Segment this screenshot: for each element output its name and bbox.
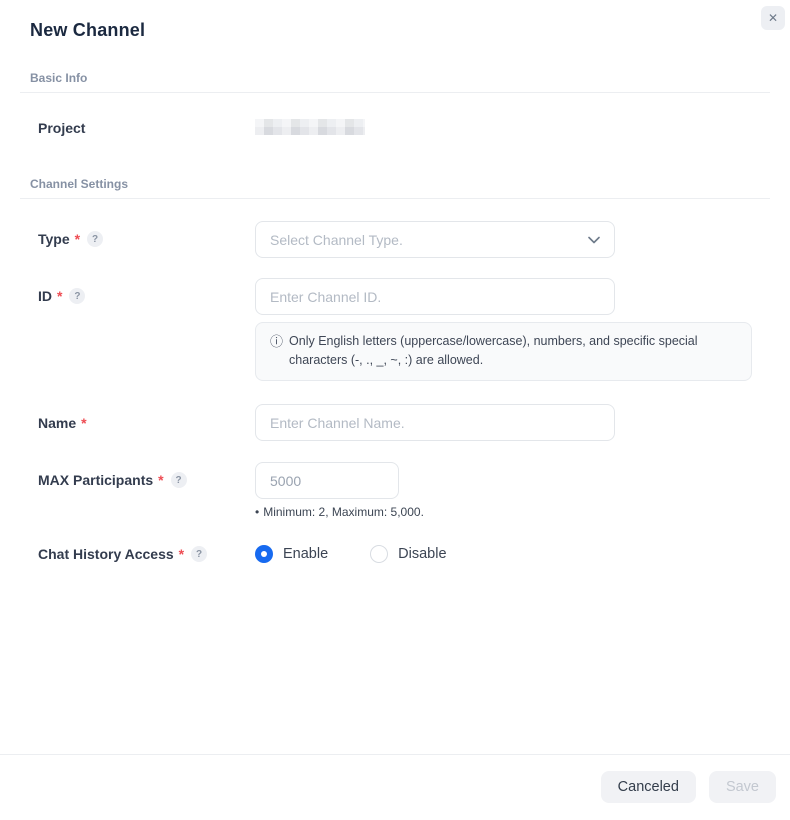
chevron-down-icon [588,236,600,244]
type-help-icon[interactable]: ? [87,231,103,247]
type-label: Type * ? [38,231,103,247]
new-channel-modal: New Channel ✕ Basic Info Project Channel… [0,0,790,820]
id-info-box: ⓘ Only English letters (uppercase/lowerc… [255,322,752,381]
radio-selected-icon[interactable] [255,545,273,563]
divider [20,92,770,93]
chat-history-radio-group: Enable Disable [255,545,447,563]
radio-option-disable[interactable]: Disable [370,545,446,563]
required-asterisk: * [81,415,86,431]
channel-type-select[interactable]: Select Channel Type. [255,221,615,258]
name-label: Name * [38,415,87,431]
save-button[interactable]: Save [709,771,776,803]
id-label: ID * ? [38,288,85,304]
max-participants-label: MAX Participants * ? [38,472,187,488]
footer-divider [0,754,790,755]
id-help-icon[interactable]: ? [69,288,85,304]
chat-history-help-icon[interactable]: ? [191,546,207,562]
note-bullet: • [255,505,259,519]
page-title: New Channel [30,20,145,41]
radio-option-enable[interactable]: Enable [255,545,328,563]
channel-name-input[interactable] [255,404,615,441]
footer-actions: Canceled Save [601,771,776,803]
cancel-button[interactable]: Canceled [601,771,696,803]
info-icon: ⓘ [270,332,283,371]
section-basic-info: Basic Info [30,71,87,85]
max-participants-help-icon[interactable]: ? [171,472,187,488]
required-asterisk: * [158,472,163,488]
max-participants-note: •Minimum: 2, Maximum: 5,000. [255,505,424,519]
channel-id-input[interactable] [255,278,615,315]
radio-unselected-icon[interactable] [370,545,388,563]
required-asterisk: * [75,231,80,247]
project-label: Project [38,120,85,136]
id-info-text: Only English letters (uppercase/lowercas… [289,332,737,371]
required-asterisk: * [57,288,62,304]
section-channel-settings: Channel Settings [30,177,128,191]
max-participants-input[interactable] [255,462,399,499]
divider [20,198,770,199]
close-button[interactable]: ✕ [761,6,785,30]
close-icon: ✕ [768,11,778,25]
channel-type-placeholder: Select Channel Type. [270,232,403,248]
project-value-redacted [255,119,365,135]
required-asterisk: * [179,546,184,562]
chat-history-access-label: Chat History Access * ? [38,546,207,562]
